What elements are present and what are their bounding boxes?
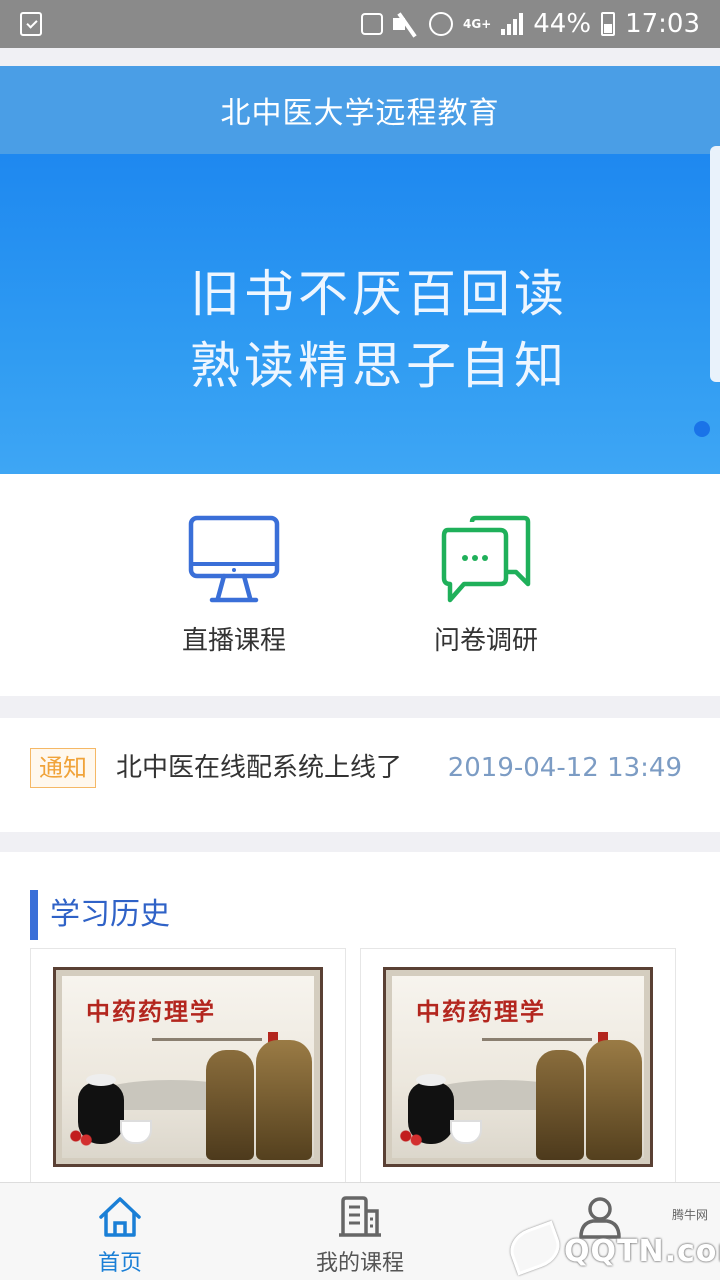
nav-item-my-courses[interactable]: 我的课程	[280, 1195, 440, 1277]
thumbnail-title: 中药药理学	[416, 997, 546, 1026]
live-course-button[interactable]: 直播课程	[134, 514, 334, 657]
app-screen: 4G+ 44% 17:03 北中医大学远程教育 旧书不厌百回读 熟读精思子自知	[0, 0, 720, 1280]
section-title: 学习历史	[30, 890, 170, 940]
network-type: 4G+	[463, 17, 492, 31]
leaf-logo-icon	[504, 1220, 566, 1276]
building-icon	[339, 1196, 381, 1237]
task-check-icon	[20, 12, 42, 36]
monitor-icon	[188, 515, 280, 603]
nav-item-home[interactable]: 首页	[40, 1195, 200, 1277]
home-icon	[99, 1197, 141, 1237]
clock: 17:03	[625, 9, 700, 39]
site-watermark: 腾牛网 QQTN.com	[502, 1204, 720, 1276]
survey-button[interactable]: 问卷调研	[386, 514, 586, 657]
cup-icon	[450, 1120, 482, 1144]
banner-line-2: 熟读精思子自知	[190, 337, 568, 395]
learning-history-section: 学习历史 中药药理学 中药药理学	[0, 852, 720, 1192]
chat-bubbles-icon	[441, 515, 531, 603]
battery-percent: 44%	[533, 9, 592, 39]
page-title: 北中医大学远程教育	[220, 96, 500, 131]
notice-text[interactable]: 北中医在线配系统上线了	[116, 748, 402, 788]
notice-tag: 通知	[30, 748, 96, 788]
nav-label-my-courses: 我的课程	[315, 1251, 404, 1276]
signal-icon	[501, 13, 524, 35]
alarm-icon	[429, 12, 453, 36]
notice-time: 2019-04-12 13:49	[447, 753, 682, 783]
carousel-indicator-dot[interactable]	[694, 421, 710, 437]
status-icons: 4G+ 44% 17:03	[361, 6, 700, 42]
mute-icon	[393, 13, 419, 35]
history-card[interactable]: 中药药理学	[30, 948, 346, 1188]
course-thumbnail: 中药药理学	[383, 967, 653, 1167]
watermark-text: QQTN.com	[564, 1234, 720, 1269]
watermark-small-text: 腾牛网	[671, 1208, 708, 1222]
cup-icon	[120, 1120, 152, 1144]
history-card[interactable]: 中药药理学	[360, 948, 676, 1188]
quick-actions: 直播课程 问卷调研	[0, 474, 720, 696]
banner-carousel[interactable]: 旧书不厌百回读 熟读精思子自知	[0, 146, 720, 474]
banner-edge	[710, 146, 720, 382]
course-thumbnail: 中药药理学	[53, 967, 323, 1167]
recycle-icon	[361, 13, 383, 35]
banner-line-1: 旧书不厌百回读	[190, 265, 568, 323]
survey-label: 问卷调研	[433, 626, 538, 656]
live-course-label: 直播课程	[181, 626, 286, 656]
bottom-nav: 首页 我的课程 腾牛网 QQTN.co	[0, 1182, 720, 1280]
notice-bar[interactable]: 通知 北中医在线配系统上线了 2019-04-12 13:49	[0, 718, 720, 832]
nav-label-home: 首页	[97, 1251, 142, 1276]
status-bar: 4G+ 44% 17:03	[0, 0, 720, 48]
thumbnail-title: 中药药理学	[86, 997, 216, 1026]
app-header: 北中医大学远程教育	[0, 66, 720, 154]
battery-icon	[601, 12, 616, 36]
